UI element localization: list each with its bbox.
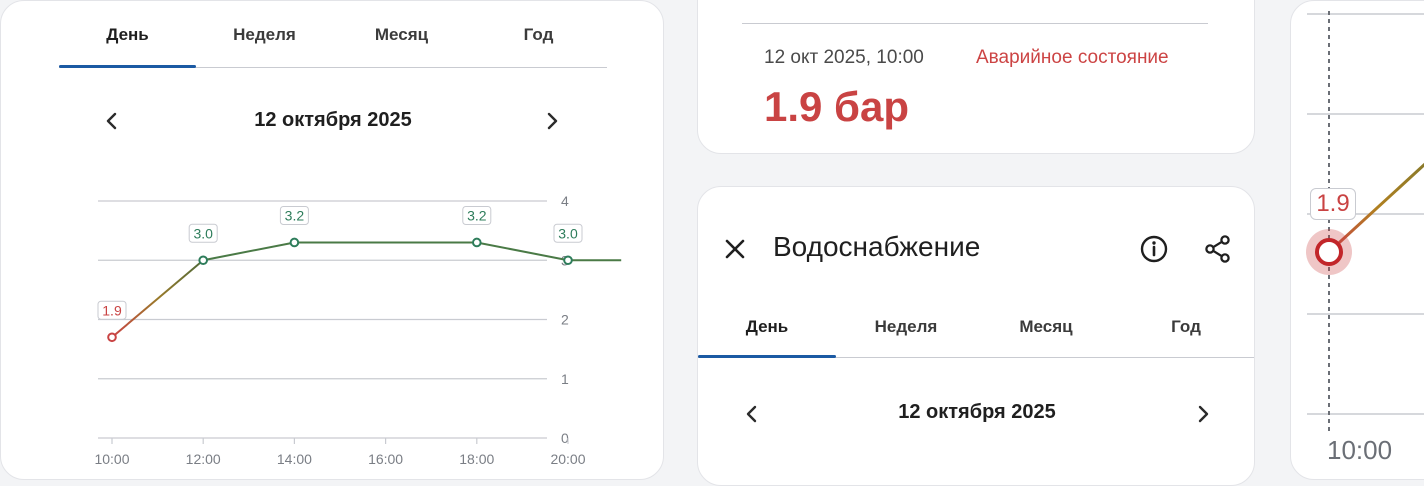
detail-card: Водоснабжение День Неделя Месяц Год 12 о… [697,186,1255,486]
data-point [563,255,573,266]
detail-tab-year[interactable]: Год [1116,317,1254,337]
chevron-left-icon [746,405,757,423]
x-tick-label: 14:00 [277,451,312,467]
detail-date-title: 12 октября 2025 [898,401,1056,423]
info-icon [1140,235,1168,263]
reading-card: 12 окт 2025, 10:00 Аварийное состояние 1… [697,0,1255,154]
detail-tab-month[interactable]: Месяц [976,317,1116,337]
x-tick-label: 20:00 [550,451,585,467]
detail-tab-week[interactable]: Неделя [836,317,976,337]
series-segment [203,241,295,262]
detail-active-tab-indicator [698,355,836,358]
reading-divider [742,23,1208,24]
close-icon [725,239,745,259]
series-segment [476,241,569,262]
data-label: 3.0 [558,225,578,241]
data-point [472,237,482,248]
x-tick-label: 10:00 [94,451,129,467]
zoomed-chart [1306,11,1424,431]
y-tick-label: 2 [561,312,569,328]
data-label: 1.9 [102,302,122,318]
data-point [198,255,208,266]
detail-next-date-button[interactable] [1191,402,1215,426]
reading-value: 1.9 бар [764,83,910,130]
series-segment [111,259,204,339]
data-label: 3.2 [285,207,305,223]
data-label: 3.2 [467,207,487,223]
reading-status: Аварийное состояние [976,47,1169,68]
data-label: 3.0 [193,225,213,241]
zoomed-chart-card: 1.9 10:00 [1290,0,1424,480]
zoom-x-tick-label: 10:00 [1327,435,1393,465]
data-point [107,332,117,343]
reading-timestamp: 12 окт 2025, 10:00 [764,47,924,68]
x-tick-label: 18:00 [459,451,494,467]
close-button[interactable] [719,233,751,265]
y-tick-label: 4 [561,193,569,209]
share-icon [1205,235,1230,263]
pressure-chart: 0123410:0012:0014:0016:0018:0020:001.93.… [94,193,622,467]
data-point [289,237,300,248]
chevron-right-icon [1198,405,1209,423]
info-button[interactable] [1138,233,1170,265]
detail-tab-day[interactable]: День [698,317,836,337]
x-tick-label: 12:00 [186,451,221,467]
detail-title: Водоснабжение [773,231,981,262]
chart-card: День Неделя Месяц Год 12 октября 2025 01… [0,0,664,480]
x-tick-label: 16:00 [368,451,403,467]
detail-prev-date-button[interactable] [740,402,764,426]
zoom-tooltip: 1.9 [1310,188,1356,220]
zoom-selected-point[interactable] [1315,238,1343,266]
share-button[interactable] [1202,233,1234,265]
y-tick-label: 1 [561,371,569,387]
